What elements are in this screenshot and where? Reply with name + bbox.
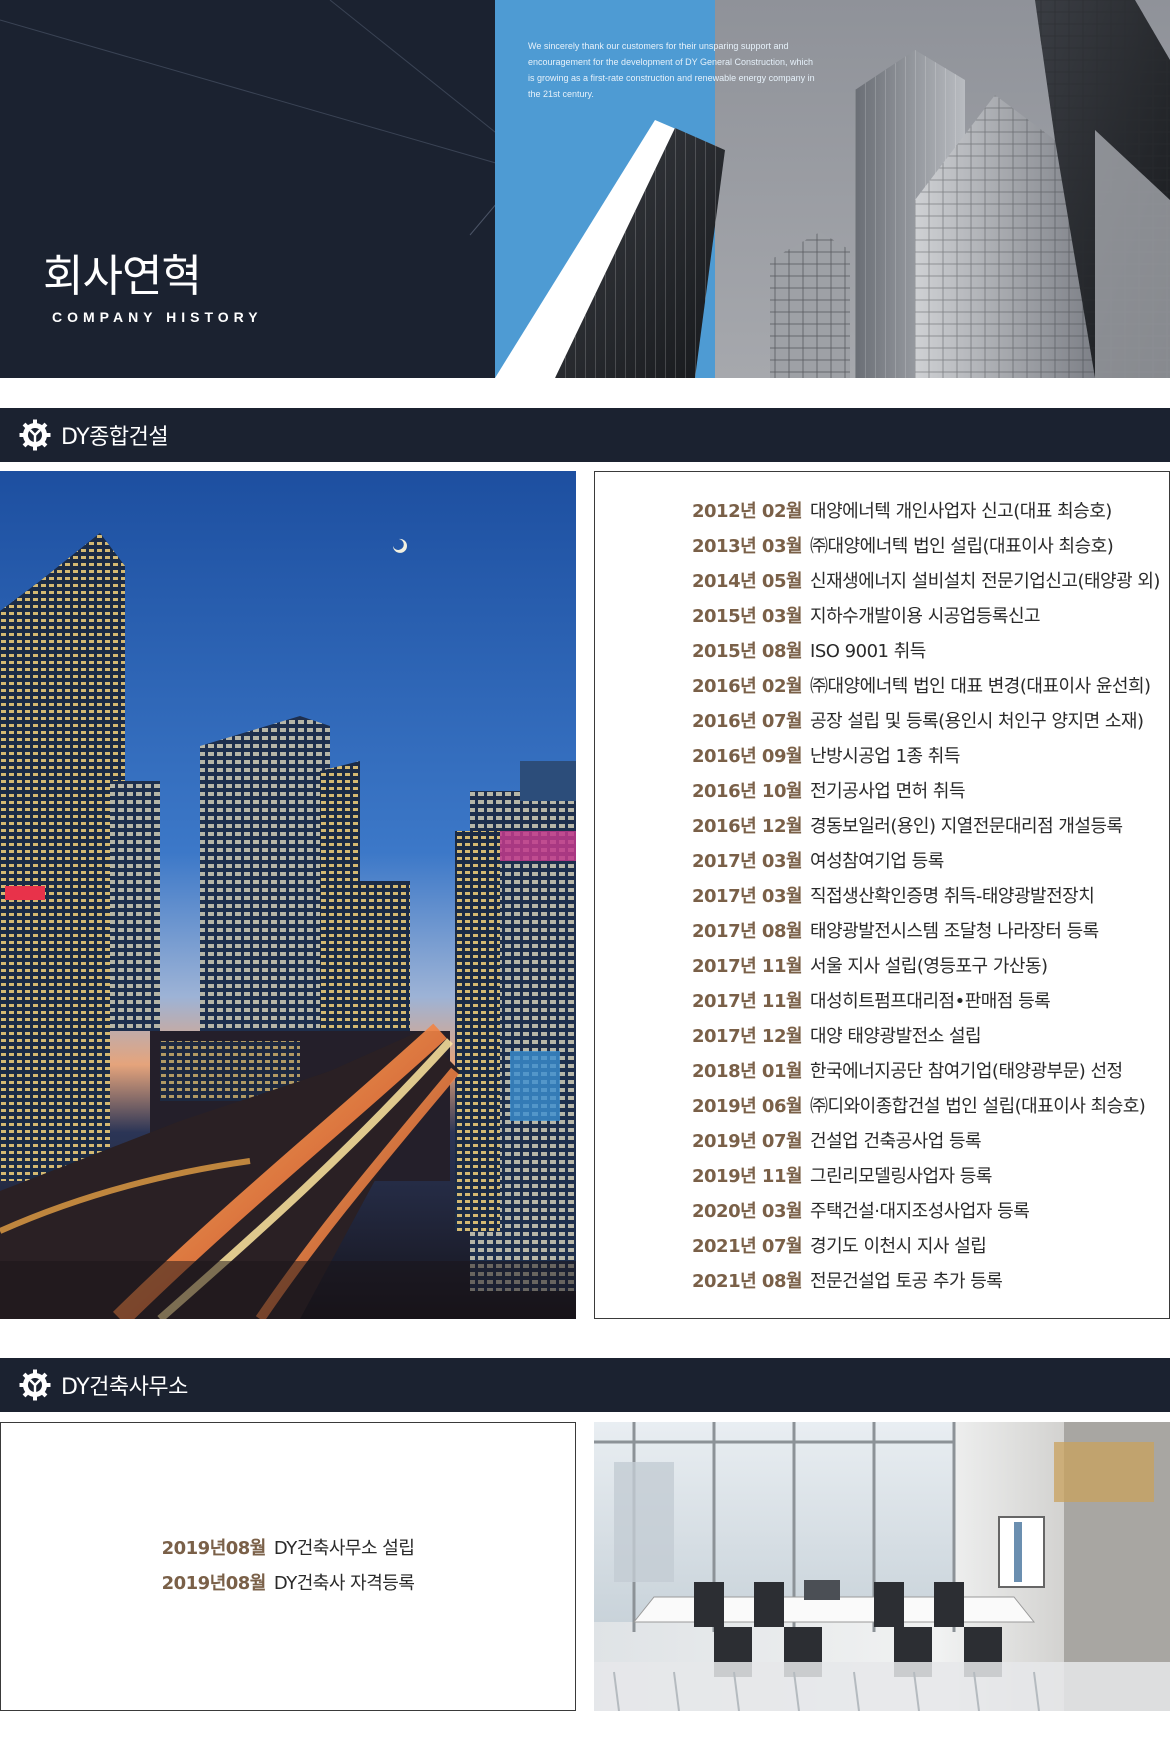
history-text: 대양 태양광발전소 설립 xyxy=(810,1026,982,1047)
history-text: 전기공사업 면허 취득 xyxy=(810,781,966,802)
history-date: 2016년 10월 xyxy=(692,781,803,802)
history-list-architecture: 2019년08월 DY건축사무소 설립 2019년08월 DY건축사 자격등록 xyxy=(162,1531,415,1710)
history-item: 2020년 03월 주택건설·대지조성사업자 등록 xyxy=(692,1194,1169,1229)
hero-caption: We sincerely thank our customers for the… xyxy=(528,41,815,99)
history-date: 2017년 12월 xyxy=(692,1026,803,1047)
history-date: 2019년08월 xyxy=(161,1538,267,1559)
history-item: 2016년 02월 ㈜대양에너텍 법인 대표 변경(대표이사 윤선희) xyxy=(692,669,1169,704)
history-date: 2021년 08월 xyxy=(692,1271,803,1292)
history-item: 2018년 01월 한국에너지공단 참여기업(태양광부문) 선정 xyxy=(692,1054,1169,1089)
history-text: ㈜대양에너텍 법인 설립(대표이사 최승호) xyxy=(810,536,1114,557)
history-item: 2019년08월 DY건축사 자격등록 xyxy=(162,1566,415,1601)
history-date: 2020년 03월 xyxy=(692,1201,803,1222)
history-text: 대양에너텍 개인사업자 신고(대표 최승호) xyxy=(810,501,1112,522)
history-date: 2016년 12월 xyxy=(692,816,803,837)
history-item: 2021년 08월 전문건설업 토공 추가 등록 xyxy=(692,1264,1169,1299)
history-date: 2019년08월 xyxy=(161,1573,267,1594)
history-text: 지하수개발이용 시공업등록신고 xyxy=(810,606,1041,627)
history-text: 태양광발전시스템 조달청 나라장터 등록 xyxy=(810,921,1099,942)
history-item: 2017년 03월 여성참여기업 등록 xyxy=(692,844,1169,879)
history-date: 2016년 09월 xyxy=(692,746,803,767)
history-item: 2017년 03월 직접생산확인증명 취득-태양광발전장치 xyxy=(692,879,1169,914)
history-date: 2015년 08월 xyxy=(692,641,803,662)
history-item: 2016년 09월 난방시공업 1종 취득 xyxy=(692,739,1169,774)
history-text: 서울 지사 설립(영등포구 가산동) xyxy=(810,956,1048,977)
section-bar-dy-general-construction: DY종합건설 xyxy=(0,408,1170,462)
gear-logo-icon xyxy=(19,419,51,451)
history-text: 경기도 이천시 지사 설립 xyxy=(810,1236,987,1257)
history-item: 2019년08월 DY건축사무소 설립 xyxy=(162,1531,415,1566)
history-date: 2017년 08월 xyxy=(692,921,803,942)
history-item: 2015년 08월 ISO 9001 취득 xyxy=(692,634,1169,669)
history-date: 2021년 07월 xyxy=(692,1236,803,1257)
history-text: 건설업 건축공사업 등록 xyxy=(810,1131,982,1152)
history-item: 2012년 02월 대양에너텍 개인사업자 신고(대표 최승호) xyxy=(692,494,1169,529)
history-text: 그린리모델링사업자 등록 xyxy=(810,1166,992,1187)
history-list-box-construction: 2012년 02월 대양에너텍 개인사업자 신고(대표 최승호) 2013년 03월… xyxy=(594,471,1170,1319)
history-text: DY건축사 자격등록 xyxy=(273,1573,415,1594)
history-list-construction: 2012년 02월 대양에너텍 개인사업자 신고(대표 최승호) 2013년 03월… xyxy=(692,494,1169,1299)
history-date: 2019년 06월 xyxy=(692,1096,803,1117)
meeting-room-photo xyxy=(594,1422,1170,1711)
history-item: 2019년 07월 건설업 건축공사업 등록 xyxy=(692,1124,1169,1159)
history-date: 2016년 07월 xyxy=(692,711,803,732)
hero-banner: 회사연혁 COMPANY HISTORY We sincerely thank … xyxy=(0,0,1170,378)
history-date: 2016년 02월 xyxy=(692,676,803,697)
history-text: 여성참여기업 등록 xyxy=(810,851,944,872)
history-item: 2014년 05월 신재생에너지 설비설치 전문기업신고(태양광 외) xyxy=(692,564,1169,599)
page-subtitle: COMPANY HISTORY xyxy=(52,309,263,325)
history-text: 공장 설립 및 등록(용인시 처인구 양지면 소재) xyxy=(810,711,1144,732)
history-text: ISO 9001 취득 xyxy=(810,641,926,662)
history-item: 2016년 10월 전기공사업 면허 취득 xyxy=(692,774,1169,809)
history-item: 2019년 06월 ㈜디와이종합건설 법인 설립(대표이사 최승호) xyxy=(692,1089,1169,1124)
history-date: 2018년 01월 xyxy=(692,1061,803,1082)
history-text: 주택건설·대지조성사업자 등록 xyxy=(810,1201,1030,1222)
history-date: 2017년 11월 xyxy=(692,991,803,1012)
history-text: 난방시공업 1종 취득 xyxy=(810,746,960,767)
history-text: 신재생에너지 설비설치 전문기업신고(태양광 외) xyxy=(810,571,1160,592)
history-date: 2017년 11월 xyxy=(692,956,803,977)
history-item: 2021년 07월 경기도 이천시 지사 설립 xyxy=(692,1229,1169,1264)
section-title: DY종합건설 xyxy=(61,425,169,450)
history-item: 2016년 07월 공장 설립 및 등록(용인시 처인구 양지면 소재) xyxy=(692,704,1169,739)
history-text: DY건축사무소 설립 xyxy=(273,1538,415,1559)
city-night-photo xyxy=(0,471,576,1319)
history-date: 2015년 03월 xyxy=(692,606,803,627)
section-title: DY건축사무소 xyxy=(61,1375,188,1400)
history-text: 경동보일러(용인) 지열전문대리점 개설등록 xyxy=(810,816,1123,837)
history-item: 2015년 03월 지하수개발이용 시공업등록신고 xyxy=(692,599,1169,634)
history-text: 직접생산확인증명 취득-태양광발전장치 xyxy=(810,886,1095,907)
history-text: ㈜대양에너텍 법인 대표 변경(대표이사 윤선희) xyxy=(810,676,1151,697)
history-date: 2019년 07월 xyxy=(692,1131,803,1152)
history-date: 2017년 03월 xyxy=(692,886,803,907)
history-text: ㈜디와이종합건설 법인 설립(대표이사 최승호) xyxy=(810,1096,1146,1117)
history-item: 2017년 11월 대성히트펌프대리점•판매점 등록 xyxy=(692,984,1169,1019)
history-item: 2016년 12월 경동보일러(용인) 지열전문대리점 개설등록 xyxy=(692,809,1169,844)
history-item: 2019년 11월 그린리모델링사업자 등록 xyxy=(692,1159,1169,1194)
history-date: 2017년 03월 xyxy=(692,851,803,872)
history-text: 전문건설업 토공 추가 등록 xyxy=(810,1271,1003,1292)
section-bar-dy-architecture-office: DY건축사무소 xyxy=(0,1358,1170,1412)
history-date: 2012년 02월 xyxy=(692,501,803,522)
history-date: 2014년 05월 xyxy=(692,571,803,592)
history-date: 2019년 11월 xyxy=(692,1166,803,1187)
history-list-box-architecture: 2019년08월 DY건축사무소 설립 2019년08월 DY건축사 자격등록 xyxy=(0,1422,576,1711)
gear-logo-icon xyxy=(19,1369,51,1401)
history-item: 2017년 08월 태양광발전시스템 조달청 나라장터 등록 xyxy=(692,914,1169,949)
history-text: 대성히트펌프대리점•판매점 등록 xyxy=(810,991,1051,1012)
history-text: 한국에너지공단 참여기업(태양광부문) 선정 xyxy=(810,1061,1123,1082)
page-title: 회사연혁 xyxy=(43,251,202,302)
history-item: 2013년 03월 ㈜대양에너텍 법인 설립(대표이사 최승호) xyxy=(692,529,1169,564)
history-date: 2013년 03월 xyxy=(692,536,803,557)
history-item: 2017년 12월 대양 태양광발전소 설립 xyxy=(692,1019,1169,1054)
history-item: 2017년 11월 서울 지사 설립(영등포구 가산동) xyxy=(692,949,1169,984)
